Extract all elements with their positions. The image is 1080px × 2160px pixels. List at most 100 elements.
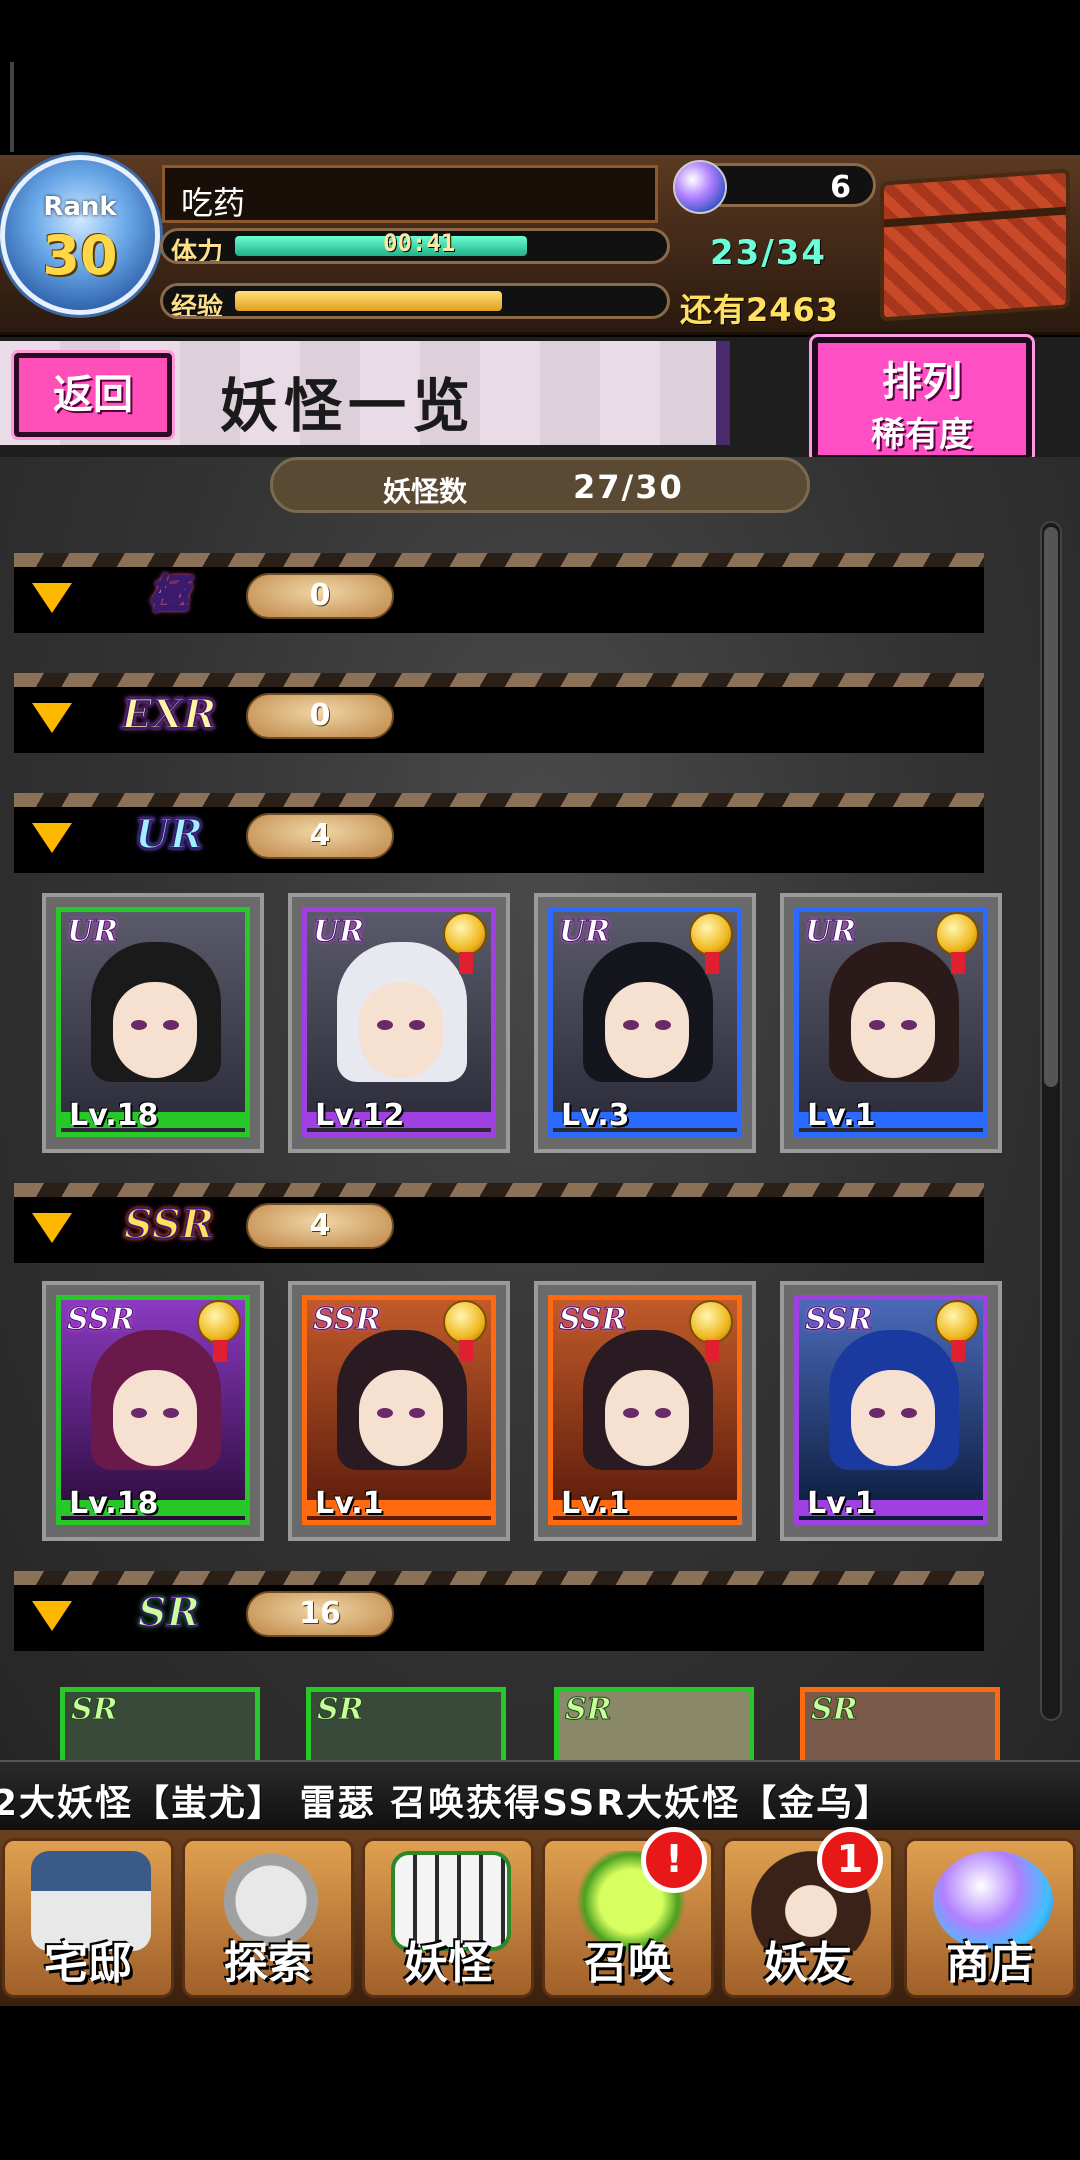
yokai-portrait: SSR Lv.1 [799,1300,983,1520]
portrait-face [605,1370,689,1466]
card-rarity: SR [565,1692,613,1728]
portrait-eye [377,1408,393,1418]
nav-label: 召唤 [584,1938,672,1989]
section-ssr[interactable]: SSR 4 [14,1183,984,1263]
card-level: Lv.1 [561,1486,630,1520]
yokai-card[interactable]: SSR Lv.1 [780,1281,1002,1541]
portrait-eye [869,1020,885,1030]
crown-medal-icon [443,912,487,974]
sort-label: 排列 [882,359,962,405]
announcement-ticker: 2大妖怪【蚩尤】 雷瑟 召唤获得SSR大妖怪【金乌】 [0,1760,1080,1830]
ticker-text: 2大妖怪【蚩尤】 雷瑟 召唤获得SSR大妖怪【金乌】 [0,1783,893,1824]
scrollbar[interactable] [1040,521,1062,1721]
yokai-card-sr[interactable]: SR [60,1687,260,1760]
section-ur[interactable]: UR 4 [14,793,984,873]
rarity-sr-icon: SR [137,1588,201,1637]
section-sr[interactable]: SR 16 [14,1571,984,1651]
collapse-arrow-icon[interactable] [32,823,72,853]
card-rarity: SSR [67,1302,136,1338]
nav-yokai[interactable]: 妖怪 [362,1838,534,1998]
card-frame: UR Lv.18 [56,907,250,1137]
back-button[interactable]: 返回 [11,350,175,440]
yokai-count-label: 妖怪数 [383,475,468,508]
card-frame: UR Lv.12 [302,907,496,1137]
nav-label: 探索 [224,1938,312,1989]
rank-badge[interactable]: Rank 30 [0,155,160,315]
exp-label: 经验 [171,293,224,319]
player-name: 吃药 [181,184,246,222]
crown-medal-icon [689,912,733,974]
card-rarity: SSR [559,1302,628,1338]
title-bar: 返回 妖怪一览 排列 稀有度 [0,334,1080,464]
card-rarity: SR [811,1692,859,1728]
yokai-card[interactable]: SSR Lv.1 [288,1281,510,1541]
card-rarity: UR [312,914,365,950]
collapse-arrow-icon[interactable] [32,1601,72,1631]
title-panel: 返回 妖怪一览 [0,341,730,445]
section-count: 4 [246,1203,394,1249]
card-frame: SSR Lv.1 [302,1295,496,1525]
yokai-count-value: 27/30 [573,468,684,506]
card-level: Lv.18 [69,1098,159,1132]
card-frame: SSR Lv.18 [56,1295,250,1525]
sort-button[interactable]: 排列 稀有度 [809,334,1035,464]
player-name-box: 吃药 [162,165,658,223]
notification-badge: 1 [817,1827,883,1893]
nav-mansion[interactable]: 宅邸 [2,1838,174,1998]
nav-summon[interactable]: 召唤 ! [542,1827,714,1998]
crown-medal-icon [443,1300,487,1362]
yokai-card[interactable]: UR Lv.1 [780,893,1002,1153]
section-goku[interactable]: 極 0 [14,553,984,633]
collapse-arrow-icon[interactable] [32,1213,72,1243]
nav-shop[interactable]: 商店 [904,1838,1076,1998]
card-frame: SSR Lv.1 [794,1295,988,1525]
card-frame: SSR Lv.1 [548,1295,742,1525]
card-rarity: UR [66,914,119,950]
yokai-card-sr[interactable]: SR [554,1687,754,1760]
rank-label: Rank [43,192,117,222]
card-level: Lv.12 [315,1098,405,1132]
portrait-eye [623,1408,639,1418]
section-count: 0 [246,693,394,739]
player-header: Rank 30 吃药 体力 00:41 经验 6 23/34 还有2463 [0,155,1080,335]
card-level: Lv.1 [315,1486,384,1520]
gem-counter[interactable]: 6 [673,160,876,214]
rarity-ur-icon: UR [134,810,204,859]
portrait-eye [131,1408,147,1418]
treasure-box-icon[interactable] [880,168,1070,322]
yokai-card[interactable]: UR Lv.18 [42,893,264,1153]
collapse-arrow-icon[interactable] [32,703,72,733]
yokai-card-sr[interactable]: SR [800,1687,1000,1760]
crown-medal-icon [935,1300,979,1362]
portrait-face [359,982,443,1078]
yokai-card[interactable]: SSR Lv.1 [534,1281,756,1541]
section-count: 16 [246,1591,394,1637]
yokai-card[interactable]: UR Lv.12 [288,893,510,1153]
yokai-portrait: SSR Lv.1 [553,1300,737,1520]
card-rarity: SSR [313,1302,382,1338]
exp-remaining: 还有2463 [680,291,840,329]
card-rarity: UR [804,914,857,950]
section-exr[interactable]: EXR 0 [14,673,984,753]
yokai-portrait: SSR Lv.18 [61,1300,245,1520]
section-count: 4 [246,813,394,859]
sort-value: 稀有度 [871,415,973,455]
card-frame: UR Lv.1 [794,907,988,1137]
scrollbar-thumb[interactable] [1044,527,1058,1087]
nav-explore[interactable]: 探索 [182,1838,354,1998]
portrait-face [359,1370,443,1466]
exp-fill [235,291,502,311]
card-level: Lv.18 [69,1486,159,1520]
nav-friends[interactable]: 妖友 1 [722,1827,894,1998]
collapse-arrow-icon[interactable] [32,583,72,613]
yokai-card[interactable]: UR Lv.3 [534,893,756,1153]
yokai-card-sr[interactable]: SR [306,1687,506,1760]
yokai-count-pill: 妖怪数 27/30 [270,457,810,513]
portrait-eye [409,1020,425,1030]
rarity-goku-icon: 極 [148,570,190,619]
rarity-ssr-icon: SSR [123,1200,215,1249]
yokai-card[interactable]: SSR Lv.18 [42,1281,264,1541]
nav-label: 宅邸 [44,1938,132,1989]
exp-bar: 经验 [160,283,670,319]
yokai-list[interactable]: 妖怪数 27/30 極 0 EXR 0 UR 4 UR Lv.18 UR Lv.12 U… [0,457,1080,1760]
